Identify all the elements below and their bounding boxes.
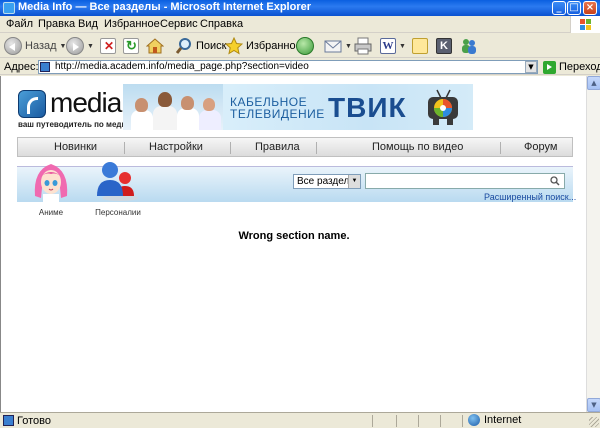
category-personalities-label: Персоналии bbox=[95, 208, 141, 217]
messenger-button[interactable] bbox=[460, 36, 478, 56]
windows-logo bbox=[570, 16, 600, 33]
address-input[interactable]: http://media.academ.info/media_page.php?… bbox=[38, 60, 538, 74]
menu-tools[interactable]: Сервис bbox=[160, 18, 198, 30]
nav-new[interactable]: Новинки bbox=[54, 141, 97, 153]
star-icon bbox=[225, 37, 243, 55]
banner-people-image bbox=[123, 84, 223, 130]
close-button[interactable]: × bbox=[583, 1, 597, 15]
nav-rules[interactable]: Правила bbox=[255, 141, 300, 153]
mail-button[interactable]: ▼ bbox=[324, 36, 352, 56]
stop-button[interactable]: ✕ bbox=[100, 36, 116, 56]
title-bar[interactable]: Media Info — Все разделы - Microsoft Int… bbox=[0, 0, 600, 16]
print-button[interactable] bbox=[354, 36, 372, 56]
forward-arrow-icon bbox=[66, 37, 84, 55]
banner-brand: ТВИК bbox=[328, 92, 407, 123]
nav-settings[interactable]: Настройки bbox=[149, 141, 203, 153]
window-title: Media Info — Все разделы - Microsoft Int… bbox=[18, 1, 312, 13]
edit-dropdown-icon[interactable]: ▼ bbox=[399, 43, 406, 50]
mail-icon bbox=[324, 40, 342, 53]
refresh-button[interactable]: ↻ bbox=[123, 36, 139, 56]
magnifier-icon bbox=[175, 38, 191, 54]
windows-flag-icon bbox=[580, 19, 592, 30]
toolbar: Назад ▼ ▼ ✕ ↻ Поиск Избранное ▼ W ▼ K bbox=[0, 34, 600, 58]
scroll-track[interactable] bbox=[587, 90, 600, 398]
menu-help[interactable]: Справка bbox=[200, 18, 243, 30]
scroll-up-button[interactable]: ▲ bbox=[587, 76, 600, 90]
search-button[interactable]: Поиск bbox=[175, 36, 226, 56]
go-arrow-icon bbox=[543, 60, 556, 74]
ie-app-icon[interactable] bbox=[3, 2, 15, 14]
banner-line2: ТЕЛЕВИДЕНИЕ bbox=[230, 107, 325, 121]
status-bar: Готово Internet bbox=[0, 412, 600, 428]
forward-button[interactable]: ▼ bbox=[66, 36, 94, 56]
history-icon bbox=[296, 37, 314, 55]
note-icon bbox=[412, 38, 428, 54]
resize-grip[interactable] bbox=[589, 417, 599, 427]
category-anime-label: Аниме bbox=[38, 208, 64, 217]
refresh-icon: ↻ bbox=[123, 38, 139, 54]
favorites-button[interactable]: Избранное bbox=[225, 36, 302, 56]
word-icon: W bbox=[380, 38, 396, 54]
anime-girl-icon bbox=[34, 164, 68, 202]
minimize-button[interactable]: _ bbox=[552, 1, 566, 15]
media-logo-icon bbox=[18, 90, 46, 118]
research-button[interactable]: K bbox=[436, 36, 452, 56]
back-arrow-icon bbox=[4, 37, 22, 55]
go-button[interactable]: Переход bbox=[543, 60, 600, 74]
k-icon: K bbox=[436, 38, 452, 54]
logo-text: media bbox=[50, 87, 122, 118]
section-dropdown-icon: ▼ bbox=[348, 175, 360, 188]
search-label: Поиск bbox=[196, 40, 227, 52]
security-zone[interactable]: Internet bbox=[468, 414, 521, 426]
nav-video-help[interactable]: Помощь по видео bbox=[372, 141, 463, 153]
people-icon bbox=[97, 162, 138, 201]
menu-favorites[interactable]: Избранное bbox=[104, 18, 160, 30]
favorites-label: Избранное bbox=[246, 40, 302, 52]
status-text: Готово bbox=[17, 415, 51, 427]
menu-file[interactable]: Файл bbox=[6, 18, 33, 30]
ie-window: Media Info — Все разделы - Microsoft Int… bbox=[0, 0, 600, 428]
address-bar: Адрес: http://media.academ.info/media_pa… bbox=[0, 59, 600, 75]
page-status-icon bbox=[3, 415, 14, 426]
home-icon bbox=[146, 38, 164, 54]
address-dropdown-icon[interactable]: ▼ bbox=[525, 61, 537, 73]
logo-tagline: ваш путеводитель по медиа- bbox=[18, 120, 134, 129]
back-button[interactable]: Назад ▼ bbox=[4, 36, 66, 56]
menu-bar: Файл Правка Вид Избранное Сервис Справка bbox=[0, 16, 600, 33]
home-button[interactable] bbox=[146, 36, 164, 56]
maximize-button[interactable]: □ bbox=[567, 1, 581, 15]
discuss-button[interactable] bbox=[412, 36, 428, 56]
tv-mascot-icon bbox=[428, 89, 458, 125]
banner-text: КАБЕЛЬНОЕ ТЕЛЕВИДЕНИЕ bbox=[230, 96, 325, 120]
vertical-scrollbar[interactable]: ▲ ▼ bbox=[586, 76, 600, 412]
nav-forum[interactable]: Форум bbox=[524, 141, 557, 153]
section-select[interactable]: Все разделы ▼ bbox=[293, 174, 361, 189]
back-label: Назад bbox=[25, 40, 57, 52]
mail-dropdown-icon[interactable]: ▼ bbox=[345, 43, 352, 50]
site-logo[interactable]: media ваш путеводитель по медиа- bbox=[18, 87, 134, 130]
menu-view[interactable]: Вид bbox=[78, 18, 98, 30]
site-search-input[interactable] bbox=[365, 173, 565, 189]
address-label: Адрес: bbox=[4, 61, 39, 73]
page-viewport: media ваш путеводитель по медиа- КАБЕЛЬН… bbox=[0, 76, 586, 412]
forward-dropdown-icon[interactable]: ▼ bbox=[87, 43, 94, 50]
error-message: Wrong section name. bbox=[238, 230, 350, 242]
globe-icon bbox=[468, 414, 480, 426]
scroll-down-button[interactable]: ▼ bbox=[587, 398, 600, 412]
tvik-banner[interactable]: КАБЕЛЬНОЕ ТЕЛЕВИДЕНИЕ ТВИК bbox=[123, 84, 473, 130]
go-label: Переход bbox=[559, 61, 600, 73]
history-button[interactable] bbox=[296, 36, 314, 56]
zone-label: Internet bbox=[484, 414, 522, 426]
page-icon bbox=[40, 62, 50, 72]
messenger-people-icon bbox=[462, 39, 476, 54]
search-icon[interactable] bbox=[550, 176, 560, 186]
menu-edit[interactable]: Правка bbox=[38, 18, 75, 30]
printer-icon bbox=[354, 37, 372, 55]
advanced-search-link[interactable]: Расширенный поиск... bbox=[484, 192, 576, 202]
edit-word-button[interactable]: W ▼ bbox=[380, 36, 406, 56]
site-nav: Новинки Настройки Правила Помощь по виде… bbox=[17, 137, 573, 157]
stop-icon: ✕ bbox=[100, 38, 116, 54]
